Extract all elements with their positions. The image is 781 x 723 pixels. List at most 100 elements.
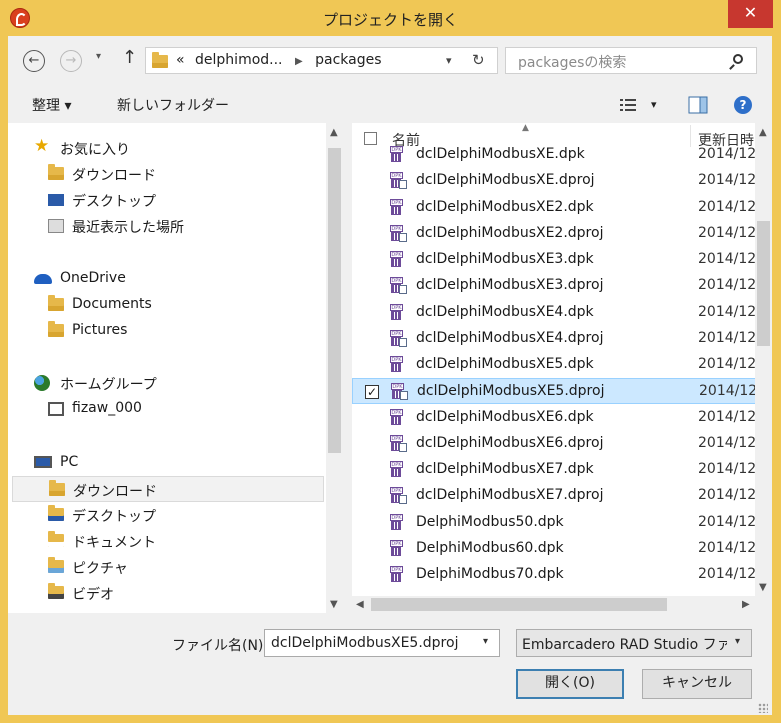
refresh-icon[interactable]: ↻ xyxy=(472,51,485,69)
nav-item-pictures[interactable]: Pictures xyxy=(8,318,326,344)
navigation-pane: ★ お気に入り ダウンロード デスクトップ 最近表示した場所 OneDrive xyxy=(8,123,326,613)
back-button[interactable]: ← xyxy=(23,50,45,72)
row-checkbox[interactable]: ✓ xyxy=(365,385,379,400)
filename-input[interactable] xyxy=(265,630,489,656)
open-project-dialog: プロジェクトを開く ✕ ← → ▾ ↑ « delphimod... ▶ pac… xyxy=(0,0,781,723)
file-row[interactable]: DPK dclDelphiModbusXE7.dpk 2014/12 xyxy=(352,457,772,483)
nav-item-label: ドキュメント xyxy=(72,535,156,551)
nav-item-pc-downloads[interactable]: ダウンロード xyxy=(12,476,324,502)
breadcrumb: « delphimod... ▶ packages xyxy=(176,52,382,68)
close-button[interactable]: ✕ xyxy=(728,0,773,28)
file-row[interactable]: DPK dclDelphiModbusXE3.dproj 2014/12 xyxy=(352,273,772,299)
cancel-button[interactable]: キャンセル xyxy=(642,669,752,699)
forward-button[interactable]: → xyxy=(60,50,82,72)
view-details-icon[interactable] xyxy=(620,98,636,112)
folder-icon xyxy=(48,295,64,312)
file-row[interactable]: DPK dclDelphiModbusXE5.dpk 2014/12 xyxy=(352,352,772,378)
file-list-horizontal-scrollbar[interactable]: ◀ ▶ xyxy=(352,596,755,613)
title-bar[interactable]: プロジェクトを開く ✕ xyxy=(0,0,781,36)
delphi-package-file-icon: DPK xyxy=(390,461,408,478)
scrollbar-thumb[interactable] xyxy=(757,221,770,346)
search-input[interactable]: packagesの検索 xyxy=(518,52,626,72)
organize-button[interactable]: 整理 ▾ xyxy=(32,95,71,115)
file-type-select[interactable]: Embarcadero RAD Studio ファイル ▾ xyxy=(516,629,752,657)
scrollbar-thumb[interactable] xyxy=(328,148,341,453)
file-row[interactable]: DPK dclDelphiModbusXE3.dpk 2014/12 xyxy=(352,247,772,273)
new-folder-button[interactable]: 新しいフォルダー xyxy=(117,95,229,115)
file-date: 2014/12 xyxy=(698,566,757,582)
file-date: 2014/12 xyxy=(698,303,757,320)
file-row[interactable]: DPK DelphiModbus50.dpk 2014/12 xyxy=(352,510,772,536)
chevron-down-icon[interactable]: ▾ xyxy=(735,636,740,647)
navigation-pane-scrollbar[interactable]: ▲ ▼ xyxy=(326,123,343,613)
breadcrumb-overflow[interactable]: « xyxy=(176,52,185,68)
file-list-scrollbar[interactable]: ▲ ▼ xyxy=(755,123,772,596)
up-folder-button[interactable]: ↑ xyxy=(122,47,137,68)
recent-locations-dropdown[interactable]: ▾ xyxy=(96,51,101,62)
file-list: ▲ 名前 更新日時 DPK dclDelphiModbusXE.dpk 2014/1… xyxy=(352,123,772,596)
nav-item-pc-documents[interactable]: ドキュメント xyxy=(8,528,326,554)
nav-item-label: お気に入り xyxy=(60,142,130,158)
file-row[interactable]: DPK dclDelphiModbusXE4.dproj 2014/12 xyxy=(352,326,772,352)
nav-item-downloads[interactable]: ダウンロード xyxy=(8,161,326,187)
file-row[interactable]: DPK dclDelphiModbusXE6.dproj 2014/12 xyxy=(352,431,772,457)
nav-item-onedrive[interactable]: OneDrive xyxy=(8,266,326,292)
scroll-up-icon[interactable]: ▲ xyxy=(759,127,767,138)
scroll-down-icon[interactable]: ▼ xyxy=(330,599,338,610)
scroll-up-icon[interactable]: ▲ xyxy=(330,127,338,138)
file-row[interactable]: DPK dclDelphiModbusXE.dpk 2014/12 xyxy=(352,142,772,168)
nav-item-pc-desktop[interactable]: デスクトップ xyxy=(8,502,326,528)
nav-item-pc-pictures[interactable]: ピクチャ xyxy=(8,554,326,580)
nav-item-recent-places[interactable]: 最近表示した場所 xyxy=(8,213,326,239)
delphi-project-file-icon: DPK xyxy=(390,487,408,505)
resize-grip-icon[interactable] xyxy=(758,703,768,713)
file-row[interactable]: DPK dclDelphiModbusXE.dproj 2014/12 xyxy=(352,168,772,194)
scroll-right-icon[interactable]: ▶ xyxy=(742,599,750,610)
file-row[interactable]: DPK dclDelphiModbusXE2.dpk 2014/12 xyxy=(352,195,772,221)
nav-item-homegroup[interactable]: ホームグループ xyxy=(8,370,326,396)
sort-ascending-icon: ▲ xyxy=(522,123,529,133)
chevron-down-icon[interactable]: ▾ xyxy=(483,636,488,647)
nav-item-pc-videos[interactable]: ビデオ xyxy=(8,580,326,606)
file-row[interactable]: DPK dclDelphiModbusXE2.dproj 2014/12 xyxy=(352,221,772,247)
desktop-icon xyxy=(48,194,64,206)
file-date: 2014/12 xyxy=(698,513,757,530)
file-name: dclDelphiModbusXE6.dproj xyxy=(416,434,604,451)
delphi-package-file-icon: DPK xyxy=(390,408,408,426)
nav-item-favorites[interactable]: ★ お気に入り xyxy=(8,135,326,161)
download-folder-icon xyxy=(48,164,64,181)
preview-pane-icon[interactable] xyxy=(688,96,708,114)
breadcrumb-separator-icon[interactable]: ▶ xyxy=(287,56,311,67)
view-dropdown-icon[interactable]: ▾ xyxy=(651,98,657,111)
nav-item-documents[interactable]: Documents xyxy=(8,292,326,318)
file-row[interactable]: DPK dclDelphiModbusXE7.dproj 2014/12 xyxy=(352,483,772,509)
file-row[interactable]: DPK DelphiModbus60.dpk 2014/12 xyxy=(352,536,772,562)
nav-item-label: Documents xyxy=(72,296,152,312)
scroll-left-icon[interactable]: ◀ xyxy=(356,599,364,610)
filename-combobox[interactable]: ▾ xyxy=(264,629,500,657)
scrollbar-thumb[interactable] xyxy=(371,598,667,611)
address-dropdown-icon[interactable]: ▾ xyxy=(446,54,452,67)
nav-item-pc[interactable]: PC xyxy=(8,450,326,476)
scroll-down-icon[interactable]: ▼ xyxy=(759,582,767,593)
breadcrumb-item[interactable]: delphimod... xyxy=(189,52,282,68)
file-name: DelphiModbus70.dpk xyxy=(416,566,564,582)
file-row[interactable]: DPK dclDelphiModbusXE6.dpk 2014/12 xyxy=(352,405,772,431)
delphi-package-file-icon: DPK xyxy=(390,566,408,583)
file-row[interactable]: DPK DelphiModbus70.dpk 2014/12 xyxy=(352,562,772,588)
file-row[interactable]: ✓ DPK dclDelphiModbusXE5.dproj 2014/12 xyxy=(352,378,772,405)
search-box[interactable]: packagesの検索 xyxy=(505,47,757,74)
nav-item-desktop[interactable]: デスクトップ xyxy=(8,187,326,213)
breadcrumb-item[interactable]: packages xyxy=(315,52,381,68)
file-name: dclDelphiModbusXE7.dproj xyxy=(416,487,604,504)
user-icon xyxy=(48,402,64,416)
open-button[interactable]: 開く(O) xyxy=(516,669,624,699)
file-name: DelphiModbus60.dpk xyxy=(416,539,564,556)
file-date: 2014/12 xyxy=(698,539,757,556)
help-icon[interactable]: ? xyxy=(734,96,752,114)
file-row[interactable]: DPK dclDelphiModbusXE4.dpk 2014/12 xyxy=(352,300,772,326)
address-bar[interactable]: « delphimod... ▶ packages ▾ ↻ xyxy=(145,47,498,74)
nav-item-user[interactable]: fizaw_000 xyxy=(8,396,326,422)
delphi-project-file-icon: DPK xyxy=(391,383,409,401)
search-icon[interactable] xyxy=(733,54,743,64)
